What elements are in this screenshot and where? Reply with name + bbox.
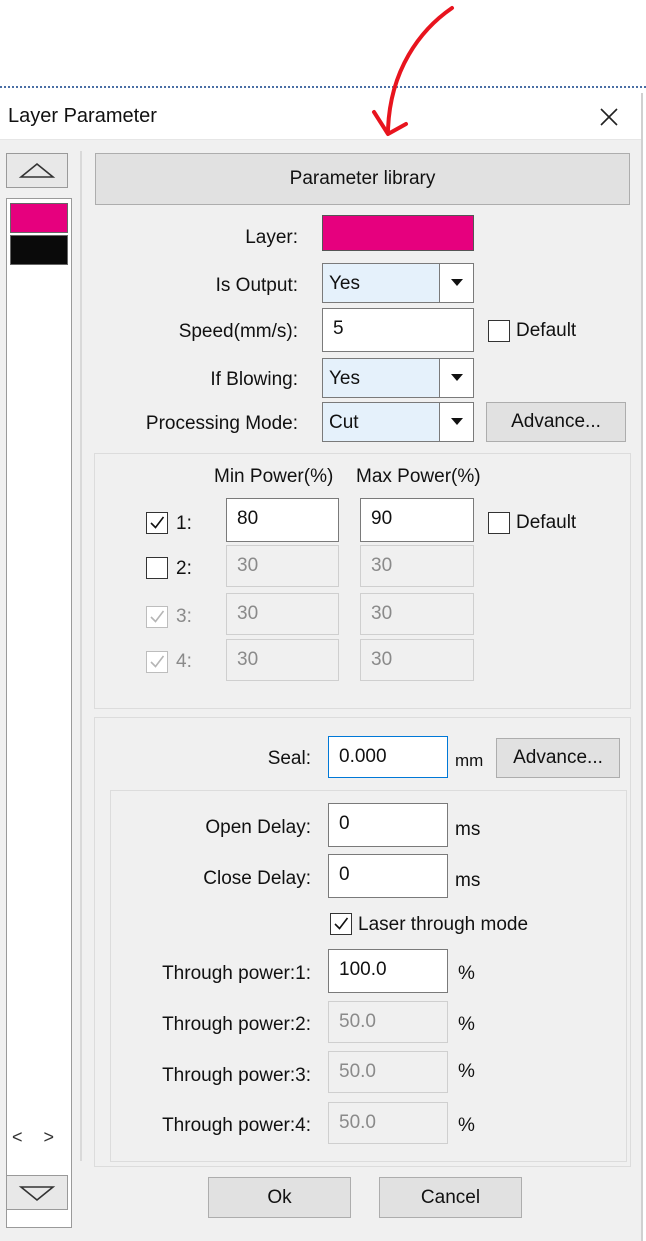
- power-1-min-input[interactable]: 80: [226, 498, 339, 542]
- if-blowing-value: Yes: [329, 368, 360, 389]
- seal-advance-button[interactable]: Advance...: [496, 738, 620, 778]
- power-3-min-input[interactable]: 30: [226, 593, 339, 635]
- title-bar: Layer Parameter: [0, 93, 641, 140]
- close-delay-unit: ms: [455, 870, 481, 891]
- checkmark-icon: [150, 516, 165, 529]
- if-blowing-label: If Blowing:: [210, 369, 298, 390]
- through-power-3-label: Through power:3:: [162, 1065, 311, 1086]
- power-4-checkbox[interactable]: [146, 651, 168, 673]
- power-3-label: 3:: [176, 606, 192, 627]
- checkmark-icon: [334, 917, 349, 930]
- through-power-4-label: Through power:4:: [162, 1115, 311, 1136]
- power-4-label: 4:: [176, 651, 192, 672]
- window-title: Layer Parameter: [8, 105, 157, 127]
- power-1-checkbox[interactable]: [146, 512, 168, 534]
- seal-input[interactable]: 0.000: [328, 736, 448, 778]
- checkmark-icon: [150, 610, 165, 623]
- through-power-3-input[interactable]: 50.0: [328, 1051, 448, 1093]
- panel-separator: [80, 151, 82, 1161]
- power-2-label: 2:: [176, 558, 192, 579]
- chevron-down-icon: [439, 403, 473, 441]
- chevron-down-icon: [439, 359, 473, 397]
- power-default-checkbox[interactable]: [488, 512, 510, 534]
- speed-label: Speed(mm/s):: [178, 321, 298, 342]
- layer-parameter-dialog: Layer Parameter < > Parameter library La…: [0, 93, 643, 1241]
- through-power-2-input[interactable]: 50.0: [328, 1001, 448, 1043]
- cancel-button[interactable]: Cancel: [379, 1177, 522, 1218]
- layer-color-swatch[interactable]: [322, 215, 474, 251]
- scroll-up-button[interactable]: [6, 153, 68, 188]
- through-power-3-unit: %: [458, 1061, 475, 1082]
- power-3-max-input[interactable]: 30: [360, 593, 474, 635]
- triangle-up-icon: [18, 162, 56, 178]
- scroll-down-button[interactable]: [6, 1175, 68, 1210]
- layer-swatch-magenta[interactable]: [10, 203, 68, 233]
- through-power-4-unit: %: [458, 1115, 475, 1136]
- triangle-down-icon: [18, 1185, 56, 1201]
- layer-swatch-black[interactable]: [10, 235, 68, 265]
- horizontal-scroll-arrows[interactable]: < >: [12, 1127, 62, 1148]
- power-2-checkbox[interactable]: [146, 557, 168, 579]
- open-delay-unit: ms: [455, 819, 481, 840]
- processing-mode-label: Processing Mode:: [145, 413, 298, 434]
- power-2-max-input[interactable]: 30: [360, 545, 474, 587]
- if-blowing-select[interactable]: Yes: [322, 358, 474, 398]
- layer-list[interactable]: [6, 198, 72, 1228]
- processing-mode-value: Cut: [329, 412, 359, 433]
- laser-through-checkbox[interactable]: [330, 913, 352, 935]
- close-button[interactable]: [591, 99, 627, 135]
- min-power-header: Min Power(%): [214, 466, 334, 487]
- speed-input[interactable]: 5: [322, 308, 474, 352]
- checkmark-icon: [150, 655, 165, 668]
- power-default-label: Default: [516, 512, 577, 533]
- speed-default-label: Default: [516, 320, 577, 341]
- power-3-checkbox[interactable]: [146, 606, 168, 628]
- laser-through-label: Laser through mode: [358, 914, 529, 935]
- close-delay-input[interactable]: 0: [328, 854, 448, 898]
- seal-label: Seal:: [267, 748, 311, 769]
- through-power-1-label: Through power:1:: [162, 963, 311, 984]
- open-delay-input[interactable]: 0: [328, 803, 448, 847]
- power-4-max-input[interactable]: 30: [360, 639, 474, 681]
- power-1-max-input[interactable]: 90: [360, 498, 474, 542]
- background-dotted-line: [0, 86, 646, 88]
- through-power-4-input[interactable]: 50.0: [328, 1102, 448, 1144]
- chevron-down-icon: [439, 264, 473, 302]
- ok-button[interactable]: Ok: [208, 1177, 351, 1218]
- seal-unit: mm: [455, 751, 484, 770]
- is-output-select[interactable]: Yes: [322, 263, 474, 303]
- through-power-1-unit: %: [458, 963, 475, 984]
- processing-mode-select[interactable]: Cut: [322, 402, 474, 442]
- open-delay-label: Open Delay:: [205, 817, 311, 838]
- max-power-header: Max Power(%): [356, 466, 481, 487]
- power-1-label: 1:: [176, 513, 192, 534]
- close-delay-label: Close Delay:: [203, 868, 311, 889]
- parameter-library-button[interactable]: Parameter library: [95, 153, 630, 205]
- processing-advance-button[interactable]: Advance...: [486, 402, 626, 442]
- through-power-1-input[interactable]: 100.0: [328, 949, 448, 993]
- speed-default-checkbox[interactable]: [488, 320, 510, 342]
- layer-label: Layer:: [245, 227, 298, 248]
- close-icon: [600, 108, 618, 126]
- power-4-min-input[interactable]: 30: [226, 639, 339, 681]
- is-output-value: Yes: [329, 273, 360, 294]
- is-output-label: Is Output:: [215, 275, 298, 296]
- through-power-2-label: Through power:2:: [162, 1014, 311, 1035]
- through-power-2-unit: %: [458, 1014, 475, 1035]
- power-2-min-input[interactable]: 30: [226, 545, 339, 587]
